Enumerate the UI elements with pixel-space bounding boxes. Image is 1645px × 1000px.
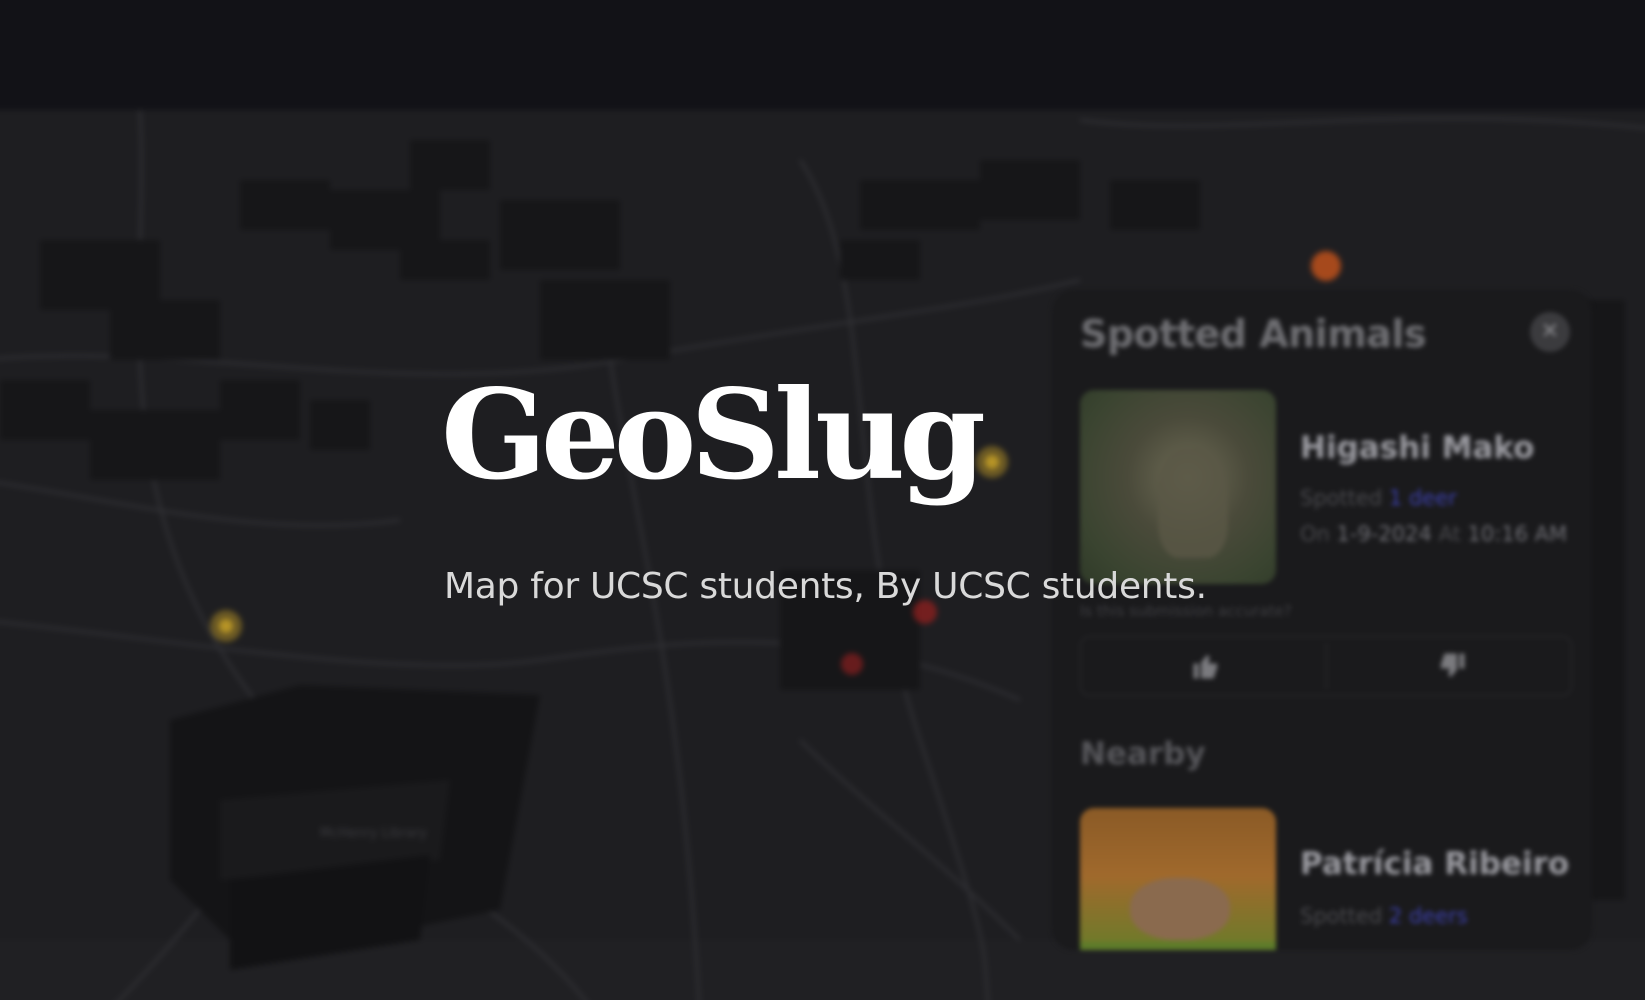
panel-title: Spotted Animals xyxy=(1080,312,1427,356)
vote-divider xyxy=(1326,643,1327,689)
app-title: GeoSlug xyxy=(441,363,986,508)
sighting-photo[interactable] xyxy=(1080,808,1276,950)
app-tagline: Map for UCSC students, By UCSC students. xyxy=(444,566,1207,607)
thumbs-up-icon[interactable] xyxy=(1191,651,1221,681)
spotted-value-link[interactable]: 2 deers xyxy=(1389,904,1468,928)
sighting-author: Patrícia Ribeiro xyxy=(1300,846,1570,882)
close-icon[interactable]: ✕ xyxy=(1530,312,1570,352)
vote-row xyxy=(1080,636,1572,696)
spotted-label: Spotted xyxy=(1300,904,1383,928)
app-screen: McHenry Library Spotted Animals ✕ Higash… xyxy=(0,0,1645,1000)
spotted-label: Spotted xyxy=(1300,486,1383,510)
at-label: At xyxy=(1438,522,1461,546)
sighting-author: Higashi Mako xyxy=(1300,430,1535,466)
sighting-time: 10:16 AM xyxy=(1467,522,1568,546)
sighting-photo[interactable] xyxy=(1080,390,1276,584)
sighting-datetime: On 1-9-2024 At 10:16 AM xyxy=(1300,522,1567,546)
on-label: On xyxy=(1300,522,1330,546)
spotted-value-link[interactable]: 1 deer xyxy=(1389,486,1457,510)
deer-shape xyxy=(1158,448,1228,558)
sighting-spotted: Spotted 1 deer xyxy=(1300,486,1457,510)
grass-shape xyxy=(1080,942,1276,950)
thumbs-down-icon[interactable] xyxy=(1437,651,1467,681)
sighting-spotted: Spotted 2 deers xyxy=(1300,904,1468,928)
deer-shape xyxy=(1130,878,1230,940)
sighting-date: 1-9-2024 xyxy=(1336,522,1432,546)
nearby-heading: Nearby xyxy=(1080,736,1206,772)
spotted-animals-panel: Spotted Animals ✕ Higashi Mako Spotted 1… xyxy=(1052,290,1592,950)
